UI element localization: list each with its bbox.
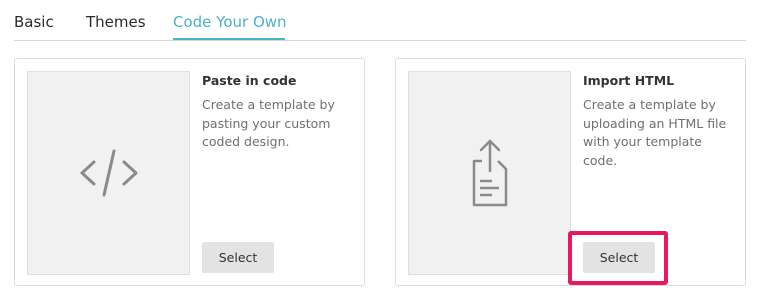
card-description: Create a template by uploading an HTML f… [583, 97, 727, 168]
import-html-thumbnail [408, 71, 571, 275]
card-title: Import HTML [583, 73, 675, 88]
upload-file-icon [472, 139, 507, 207]
select-paste-in-code-button[interactable]: Select [202, 242, 274, 273]
tab-code-your-own[interactable]: Code Your Own [173, 13, 287, 31]
select-import-html-button[interactable]: Select [583, 242, 655, 273]
tab-basic[interactable]: Basic [14, 13, 54, 31]
paste-in-code-thumbnail [27, 71, 190, 275]
active-tab-indicator [173, 38, 285, 40]
template-picker: Basic Themes Code Your Own Paste in code… [0, 0, 763, 302]
import-html-card: Import HTML Create a template by uploadi… [395, 58, 746, 286]
tab-themes[interactable]: Themes [86, 13, 146, 31]
card-description: Create a template by pasting your custom… [202, 97, 335, 149]
card-title: Paste in code [202, 73, 297, 88]
tab-bar: Basic Themes Code Your Own [14, 0, 746, 41]
code-icon [80, 149, 137, 197]
paste-in-code-card: Paste in code Create a template by pasti… [14, 58, 365, 286]
